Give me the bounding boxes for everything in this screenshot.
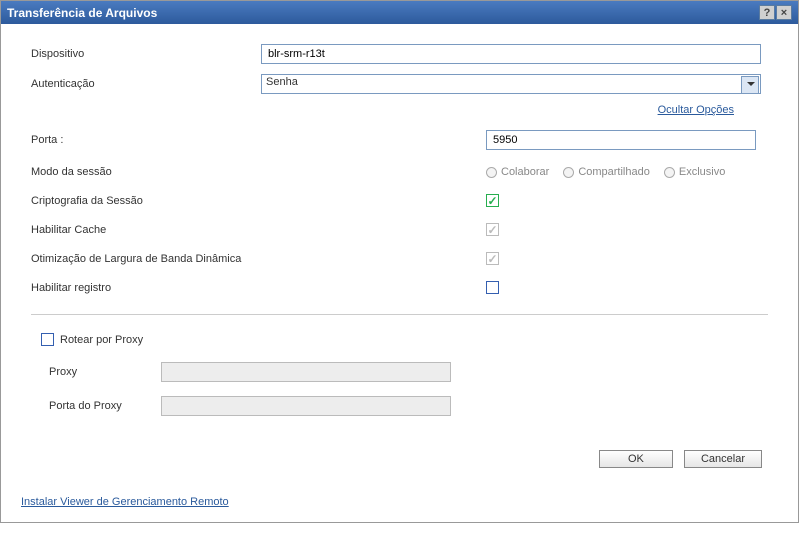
cache-checkbox: ✓ [486, 223, 499, 236]
cache-label: Habilitar Cache [31, 224, 261, 236]
cancel-button[interactable]: Cancelar [684, 450, 762, 468]
install-viewer-link[interactable]: Instalar Viewer de Gerenciamento Remoto [21, 496, 229, 508]
radio-icon [486, 167, 497, 178]
proxy-input [161, 362, 451, 382]
encryption-label: Criptografia da Sessão [31, 195, 261, 207]
auth-select-value: Senha [266, 76, 298, 88]
proxy-port-label: Porta do Proxy [49, 400, 161, 412]
mode-collaborate-label: Colaborar [501, 166, 549, 178]
device-row: Dispositivo [31, 44, 768, 64]
route-proxy-row: Rotear por Proxy [41, 333, 758, 346]
port-label: Porta : [31, 134, 261, 146]
chevron-down-icon [747, 82, 755, 86]
port-row: Porta : [31, 130, 768, 150]
content: Dispositivo Autenticação Senha Ocultar O… [1, 24, 798, 482]
titlebar-controls: ? × [759, 5, 792, 20]
device-label: Dispositivo [31, 48, 261, 60]
checkmark-icon: ✓ [487, 253, 497, 265]
titlebar: Transferência de Arquivos ? × [1, 1, 798, 24]
session-mode-row: Modo da sessão Colaborar Compartilhado E… [31, 166, 768, 178]
port-input[interactable] [486, 130, 756, 150]
route-proxy-checkbox[interactable] [41, 333, 54, 346]
encryption-checkbox[interactable]: ✓ [486, 194, 499, 207]
bandwidth-checkbox: ✓ [486, 252, 499, 265]
mode-shared-label: Compartilhado [578, 166, 650, 178]
close-icon: × [781, 7, 787, 19]
cache-row: Habilitar Cache ✓ [31, 223, 768, 236]
mode-shared-radio: Compartilhado [563, 166, 650, 178]
proxy-row: Proxy [49, 362, 758, 382]
radio-icon [664, 167, 675, 178]
close-button[interactable]: × [776, 5, 792, 20]
button-bar: OK Cancelar [31, 450, 768, 468]
logging-checkbox[interactable] [486, 281, 499, 294]
mode-exclusive-radio: Exclusivo [664, 166, 725, 178]
encryption-row: Criptografia da Sessão ✓ [31, 194, 768, 207]
proxy-port-row: Porta do Proxy [49, 396, 758, 416]
mode-collaborate-radio: Colaborar [486, 166, 549, 178]
dialog-title: Transferência de Arquivos [7, 6, 157, 20]
auth-row: Autenticação Senha [31, 74, 768, 94]
checkmark-icon: ✓ [487, 195, 497, 207]
logging-row: Habilitar registro [31, 281, 768, 294]
footer: Instalar Viewer de Gerenciamento Remoto [1, 482, 798, 522]
proxy-section: Rotear por Proxy Proxy Porta do Proxy [31, 314, 768, 440]
proxy-port-input [161, 396, 451, 416]
dialog: Transferência de Arquivos ? × Dispositiv… [0, 0, 799, 523]
proxy-label: Proxy [49, 366, 161, 378]
route-proxy-label: Rotear por Proxy [60, 334, 143, 346]
checkmark-icon: ✓ [487, 224, 497, 236]
session-mode-group: Colaborar Compartilhado Exclusivo [486, 166, 725, 178]
auth-label: Autenticação [31, 78, 261, 90]
toggle-options-link[interactable]: Ocultar Opções [658, 104, 734, 116]
auth-select[interactable]: Senha [261, 74, 761, 94]
bandwidth-row: Otimização de Largura de Banda Dinâmica … [31, 252, 768, 265]
radio-icon [563, 167, 574, 178]
session-mode-label: Modo da sessão [31, 166, 261, 178]
logging-label: Habilitar registro [31, 282, 261, 294]
mode-exclusive-label: Exclusivo [679, 166, 725, 178]
ok-button[interactable]: OK [599, 450, 673, 468]
help-button[interactable]: ? [759, 5, 775, 20]
bandwidth-label: Otimização de Largura de Banda Dinâmica [31, 253, 261, 265]
help-icon: ? [764, 7, 771, 19]
device-input[interactable] [261, 44, 761, 64]
